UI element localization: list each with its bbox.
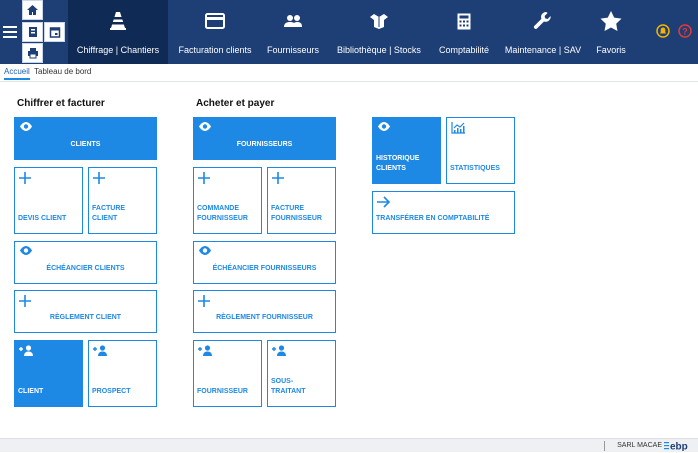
- tile-label: FACTURE CLIENT: [92, 205, 126, 222]
- tile-echeancier-fournisseurs[interactable]: ÉCHÉANCIER FOURNISSEURS: [193, 241, 336, 284]
- cone-icon: [110, 11, 126, 31]
- tile-label: RÈGLEMENT CLIENT: [49, 314, 122, 321]
- nav-maintenance-sav[interactable]: Maintenance | SAV: [502, 0, 584, 64]
- quick-access: [0, 0, 68, 64]
- add-person-icon: [93, 345, 108, 358]
- arrow-right-icon: [377, 196, 391, 210]
- tile-label: DEVIS CLIENT: [18, 215, 67, 222]
- nav-label: Bibliothèque | Stocks: [337, 45, 421, 55]
- tile-label: FOURNISSEURS: [236, 141, 293, 148]
- credit-card-icon: [205, 11, 225, 31]
- status-separator: [604, 441, 605, 451]
- company-name: SARL MACAE: [617, 442, 662, 449]
- tile-label: COMMANDE FOURNISSEUR: [197, 205, 248, 222]
- tile-label: RÈGLEMENT FOURNISSEUR: [216, 314, 313, 321]
- calculator-icon: [457, 11, 471, 31]
- tile-label: STATISTIQUES: [450, 165, 500, 172]
- boxes-icon: [369, 11, 389, 31]
- tile-fournisseurs[interactable]: FOURNISSEURS: [193, 117, 336, 160]
- wrench-icon: [533, 11, 553, 31]
- eye-icon: [19, 122, 33, 133]
- tile-facture-client[interactable]: FACTURE CLIENT: [88, 167, 157, 234]
- help-icon[interactable]: ?: [678, 24, 692, 43]
- plus-icon: [198, 172, 210, 186]
- plus-icon: [198, 295, 210, 309]
- add-person-icon: [272, 345, 287, 358]
- nav-comptabilite[interactable]: Comptabilité: [436, 0, 492, 64]
- nav-facturation-clients[interactable]: Facturation clients: [174, 0, 256, 64]
- print-icon[interactable]: [22, 43, 43, 63]
- eye-icon: [377, 122, 391, 133]
- nav-label: Chiffrage | Chantiers: [76, 45, 160, 55]
- top-navigation-bar: Chiffrage | Chantiers Facturation client…: [0, 0, 698, 64]
- tile-sous-traitant[interactable]: SOUS-TRAITANT: [267, 340, 336, 407]
- nav-label: Maintenance | SAV: [504, 45, 582, 55]
- tile-label: ÉCHÉANCIER CLIENTS: [46, 265, 125, 272]
- star-icon: [600, 11, 622, 31]
- notification-icon[interactable]: [656, 24, 670, 43]
- nav-label: Favoris: [596, 45, 626, 55]
- chart-icon: [451, 122, 465, 136]
- status-bar: SARL MACAE ebp: [0, 438, 698, 453]
- plus-icon: [272, 172, 284, 186]
- plus-icon: [93, 172, 105, 186]
- tile-prospect[interactable]: PROSPECT: [88, 340, 157, 407]
- tab-bar: Accueil Tableau de bord: [0, 64, 698, 82]
- nav-chiffrage-chantiers[interactable]: Chiffrage | Chantiers: [68, 0, 168, 64]
- tile-label: CLIENTS: [70, 141, 101, 148]
- tile-facture-fournisseur[interactable]: FACTURE FOURNISSEUR: [267, 167, 336, 234]
- contacts-icon[interactable]: [22, 22, 43, 42]
- tile-label: PROSPECT: [92, 388, 131, 395]
- tab-tableau-de-bord[interactable]: Tableau de bord: [34, 67, 91, 76]
- tile-client[interactable]: CLIENT: [14, 340, 83, 407]
- tile-echeancier-clients[interactable]: ÉCHÉANCIER CLIENTS: [14, 241, 157, 284]
- add-person-icon: [198, 345, 213, 358]
- tile-label: SOUS-TRAITANT: [271, 378, 306, 395]
- tile-commande-fournisseur[interactable]: COMMANDE FOURNISSEUR: [193, 167, 262, 234]
- tile-label: ÉCHÉANCIER FOURNISSEURS: [212, 265, 317, 272]
- plus-icon: [19, 295, 31, 309]
- eye-icon: [19, 246, 33, 257]
- svg-text:ebp: ebp: [670, 442, 688, 452]
- tab-accueil[interactable]: Accueil: [4, 67, 30, 80]
- tile-fournisseur[interactable]: FOURNISSEUR: [193, 340, 262, 407]
- tile-label: CLIENT: [18, 388, 44, 395]
- tile-clients[interactable]: CLIENTS: [14, 117, 157, 160]
- svg-text:?: ?: [682, 27, 688, 37]
- tile-label: HISTORIQUE CLIENTS: [376, 155, 420, 172]
- home-icon[interactable]: [22, 0, 43, 20]
- tile-statistiques[interactable]: STATISTIQUES: [446, 117, 515, 184]
- plus-icon: [19, 172, 31, 186]
- add-person-icon: [19, 345, 34, 358]
- ebp-logo: ebp: [664, 440, 694, 453]
- people-icon: [283, 11, 303, 31]
- eye-icon: [198, 246, 212, 257]
- tile-devis-client[interactable]: DEVIS CLIENT: [14, 167, 83, 234]
- nav-bibliotheque-stocks[interactable]: Bibliothèque | Stocks: [334, 0, 424, 64]
- tile-label: FOURNISSEUR: [197, 388, 248, 395]
- tile-reglement-fournisseur[interactable]: RÈGLEMENT FOURNISSEUR: [193, 290, 336, 333]
- nav-fournisseurs[interactable]: Fournisseurs: [264, 0, 322, 64]
- tile-historique-clients[interactable]: HISTORIQUE CLIENTS: [372, 117, 441, 184]
- section-title-acheter: Acheter et payer: [196, 98, 275, 109]
- tile-label: FACTURE FOURNISSEUR: [271, 205, 322, 222]
- nav-label: Fournisseurs: [266, 45, 320, 55]
- tile-reglement-client[interactable]: RÈGLEMENT CLIENT: [14, 290, 157, 333]
- nav-favoris[interactable]: Favoris: [592, 0, 630, 64]
- section-title-chiffrer: Chiffrer et facturer: [17, 98, 105, 109]
- calendar-icon[interactable]: [44, 22, 65, 42]
- hamburger-menu-icon[interactable]: [3, 26, 17, 38]
- nav-label: Facturation clients: [178, 45, 252, 55]
- tile-transferer-comptabilite[interactable]: TRANSFÉRER EN COMPTABILITÉ: [372, 191, 515, 234]
- nav-label: Comptabilité: [438, 45, 490, 55]
- eye-icon: [198, 122, 212, 133]
- tile-label: TRANSFÉRER EN COMPTABILITÉ: [376, 215, 490, 222]
